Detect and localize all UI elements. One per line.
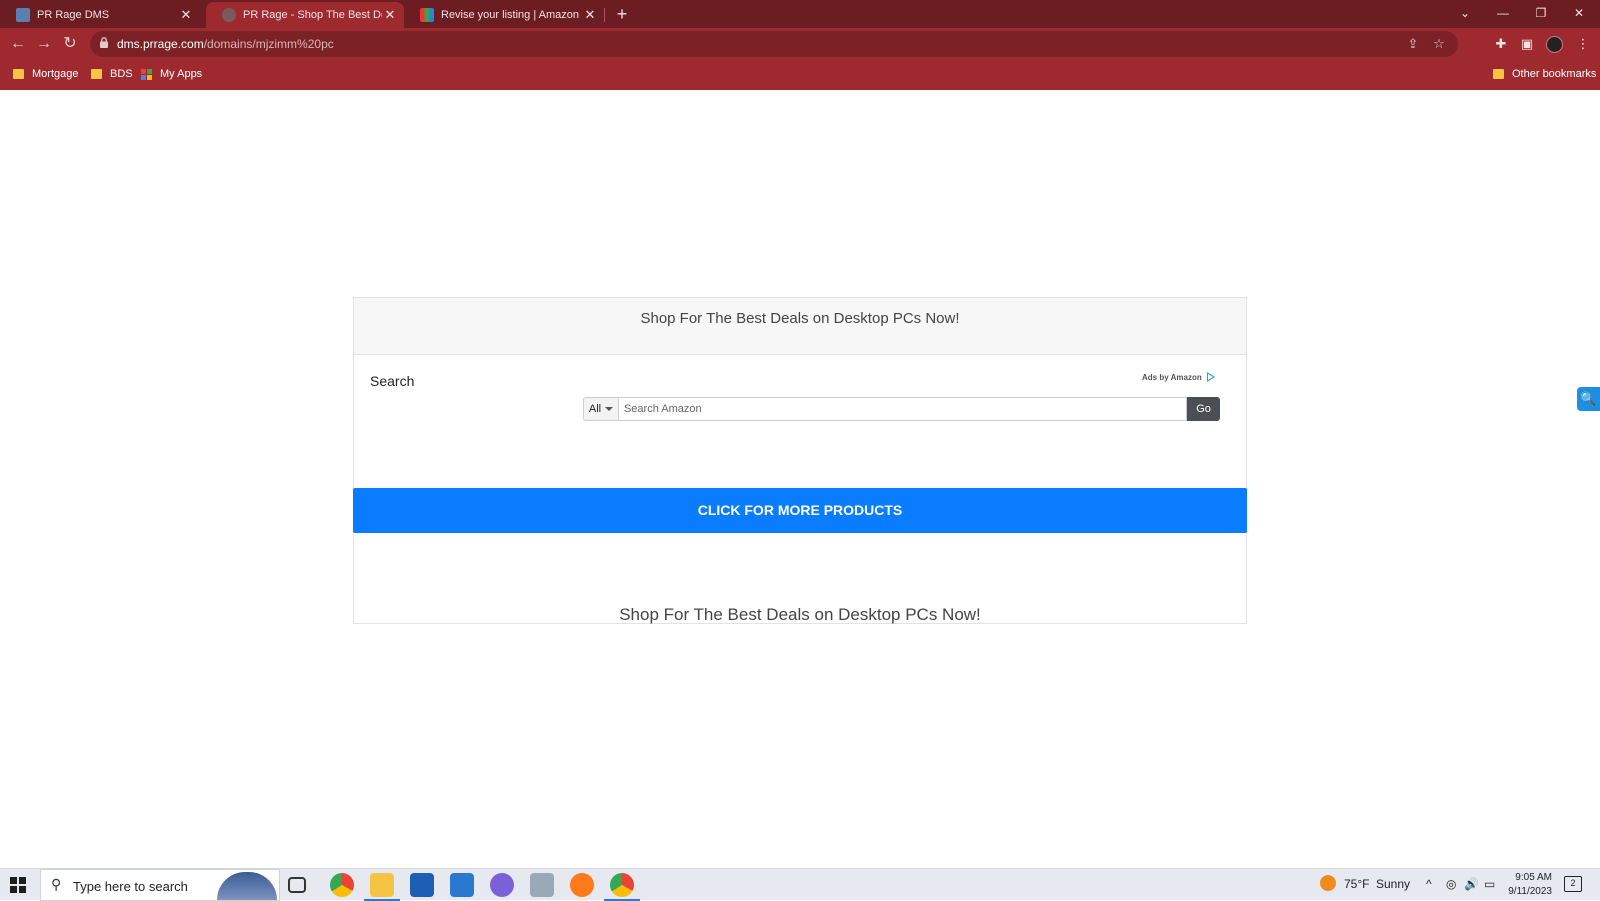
ads-by-amazon[interactable]: Ads by Amazon (1142, 372, 1215, 382)
bookmark-mortgage[interactable]: Mortgage (13, 68, 78, 80)
category-select-value: All (588, 403, 602, 415)
microsoft-store-icon[interactable] (410, 873, 434, 897)
kebab-menu-icon[interactable]: ⋮ (1574, 35, 1592, 53)
zoom-search-icon[interactable]: 🔍 (1577, 387, 1600, 411)
close-window-icon[interactable]: ✕ (1560, 0, 1598, 28)
tab-pr-rage-dms[interactable]: PR Rage DMS ✕ (0, 2, 200, 28)
apps-grid-icon (141, 68, 152, 80)
folder-icon (13, 69, 24, 79)
bookmark-label: BDS (110, 68, 133, 80)
bookmark-my-apps[interactable]: My Apps (141, 68, 202, 80)
bookmark-label: Mortgage (32, 68, 79, 80)
adchoices-play-icon (1206, 372, 1215, 382)
notification-count: 2 (1570, 878, 1576, 888)
meet-now-icon[interactable]: ◎ (1446, 877, 1456, 891)
tab-pr-rage-shop[interactable]: PR Rage - Shop The Best Deskto ✕ (206, 2, 404, 28)
search-icon: ⚲ (51, 876, 62, 892)
close-tab-icon[interactable]: ✕ (382, 7, 398, 23)
restore-icon[interactable]: ❐ (1522, 0, 1560, 28)
search-input[interactable] (618, 397, 1188, 421)
windows-start-icon[interactable] (10, 877, 26, 893)
lock-icon (100, 37, 108, 48)
firefox-icon[interactable] (570, 873, 594, 897)
url-host: dms.prrage.com (117, 37, 204, 51)
clock-date: 9/11/2023 (1508, 886, 1552, 897)
share-icon[interactable]: ⇪ (1404, 35, 1422, 53)
windows-taskbar: ⚲ Type here to search 75°F Sunny ^ ◎ 🔊 ▭… (0, 868, 1600, 901)
search-highlight-image (217, 872, 277, 900)
search-label: Search (370, 373, 415, 389)
plus-icon[interactable]: + (612, 4, 632, 25)
browser-toolbar: ← → ↻ dms.prrage.com/domains/mjzimm%20pc… (0, 28, 1600, 60)
weather-text[interactable]: Sunny (1376, 877, 1410, 891)
bookmark-label: My Apps (160, 68, 203, 80)
volume-icon[interactable]: 🔊 (1464, 877, 1479, 891)
network-icon[interactable]: ▭ (1484, 877, 1495, 891)
system-clock[interactable]: 9:05 AM 9/11/2023 (1500, 871, 1552, 899)
tab-strip: PR Rage DMS ✕ PR Rage - Shop The Best De… (0, 0, 1600, 28)
close-tab-icon[interactable]: ✕ (582, 7, 598, 23)
site-favicon-icon (16, 8, 30, 22)
other-bookmarks[interactable]: Other bookmarks (1493, 68, 1596, 80)
minimize-icon[interactable]: — (1484, 0, 1522, 28)
extensions-puzzle-icon[interactable]: ✚ (1492, 35, 1510, 53)
back-arrow-icon[interactable]: ← (6, 32, 30, 56)
other-bookmarks-label: Other bookmarks (1512, 68, 1597, 80)
go-button[interactable]: Go (1187, 397, 1221, 421)
tab-title: PR Rage - Shop The Best Deskto (243, 9, 382, 21)
page-content: Shop For The Best Deals on Desktop PCs N… (0, 90, 1600, 868)
bookmark-bds[interactable]: BDS (91, 68, 133, 80)
chevron-down-icon (605, 407, 614, 411)
amazon-search-card: Shop For The Best Deals on Desktop PCs N… (353, 297, 1247, 624)
more-products-button[interactable]: CLICK FOR MORE PRODUCTS (353, 488, 1247, 533)
globe-icon (222, 8, 236, 22)
chrome-profile-icon[interactable] (604, 873, 640, 901)
mail-icon[interactable] (450, 873, 474, 897)
profile-avatar[interactable] (1546, 36, 1563, 53)
category-select[interactable]: All (583, 397, 619, 421)
url-path: /domains/mjzimm%20pc (203, 37, 334, 51)
weather-sun-icon[interactable] (1320, 875, 1336, 891)
ads-by-label: Ads by Amazon (1142, 372, 1202, 382)
task-view-icon[interactable] (288, 877, 306, 893)
chrome-icon[interactable] (330, 873, 354, 897)
tab-search-chevron-icon[interactable]: ⌄ (1446, 0, 1484, 28)
address-bar[interactable]: dms.prrage.com/domains/mjzimm%20pc ⇪ ☆ (90, 31, 1458, 57)
amazon-search-bar: All Go (583, 397, 1221, 421)
folder-icon (91, 69, 102, 79)
reload-icon[interactable]: ↻ (58, 32, 82, 56)
side-panel-icon[interactable]: ▣ (1518, 35, 1536, 53)
app-icon[interactable] (530, 873, 554, 897)
close-tab-icon[interactable]: ✕ (178, 7, 194, 23)
card-heading: Shop For The Best Deals on Desktop PCs N… (354, 298, 1246, 355)
star-icon[interactable]: ☆ (1430, 35, 1448, 53)
forward-arrow-icon[interactable]: → (32, 32, 56, 56)
tab-separator (604, 8, 605, 22)
folder-icon (1493, 69, 1504, 79)
copilot-icon[interactable] (490, 873, 514, 897)
bookmarks-bar: Mortgage BDS My Apps Other bookmarks (0, 60, 1600, 90)
notification-center-icon[interactable]: 2 (1564, 876, 1582, 892)
url-text: dms.prrage.com/domains/mjzimm%20pc (117, 37, 334, 51)
amazon-favicon-icon (420, 8, 434, 22)
taskbar-search-placeholder: Type here to search (73, 879, 188, 894)
clock-time: 9:05 AM (1515, 872, 1552, 883)
bottom-heading: Shop For The Best Deals on Desktop PCs N… (619, 605, 981, 624)
chevron-up-icon[interactable]: ^ (1426, 877, 1432, 891)
tab-title: Revise your listing | Amazon Eco (441, 9, 582, 21)
weather-temp[interactable]: 75°F (1344, 877, 1369, 891)
taskbar-search-box[interactable]: ⚲ Type here to search (40, 869, 280, 901)
file-explorer-icon[interactable] (364, 873, 400, 901)
tab-revise-listing[interactable]: Revise your listing | Amazon Eco ✕ (404, 2, 604, 28)
tab-title: PR Rage DMS (37, 9, 110, 21)
